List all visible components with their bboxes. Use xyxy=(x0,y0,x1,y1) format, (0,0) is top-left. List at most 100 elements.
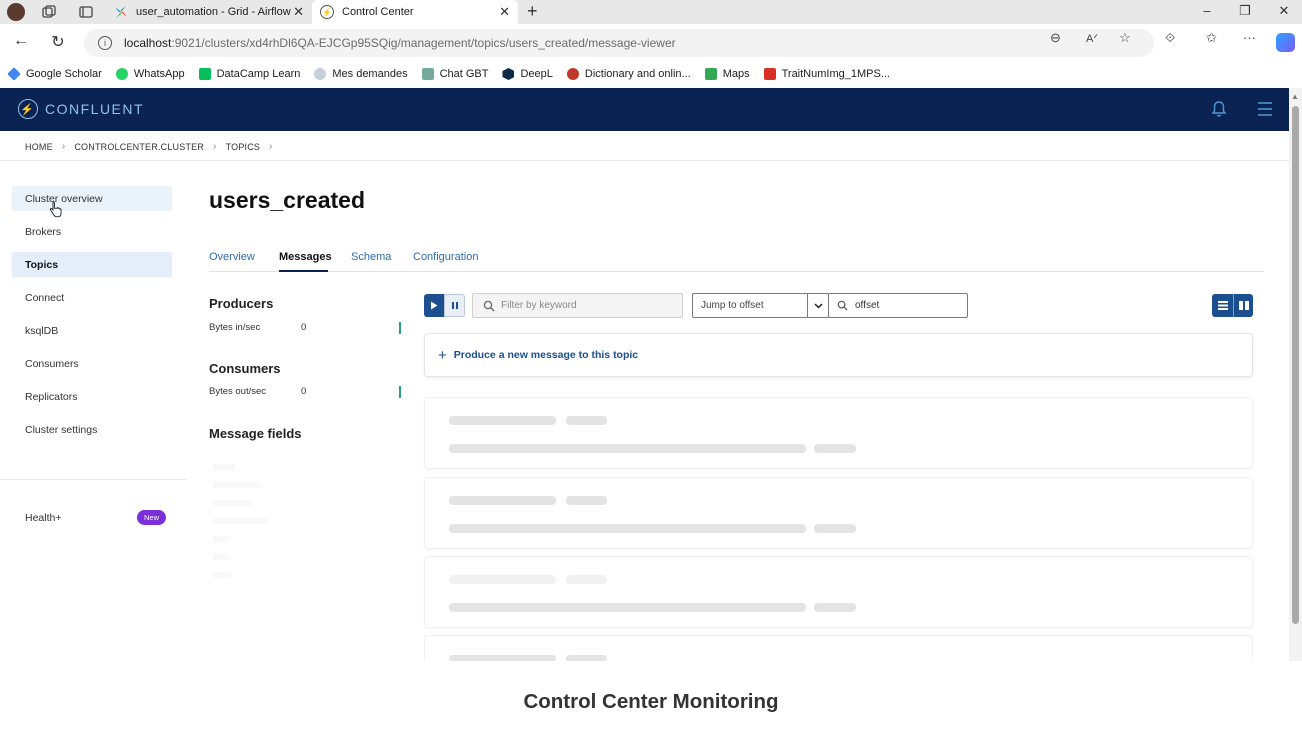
sidebar-item-cluster-overview[interactable]: Cluster overview xyxy=(12,186,172,211)
close-window-icon[interactable]: ✕ xyxy=(1274,3,1294,19)
url-path: :9021/clusters/xd4rhDl6QA-EJCGp95SQig/ma… xyxy=(171,36,676,50)
tabs-divider xyxy=(209,271,1264,272)
more-menu-icon[interactable]: ··· xyxy=(1243,30,1256,45)
breadcrumb-home[interactable]: HOME xyxy=(25,142,53,152)
breadcrumb-cluster[interactable]: CONTROLCENTER.CLUSTER xyxy=(74,142,204,152)
bookmark-chat-gbt[interactable]: Chat GBT xyxy=(421,68,488,80)
chevron-right-icon: › xyxy=(61,141,66,152)
url-host: localhost xyxy=(124,36,172,50)
sidebar-item-brokers[interactable]: Brokers xyxy=(12,219,172,244)
offset-value: offset xyxy=(855,300,880,311)
google-scholar-icon xyxy=(7,67,21,81)
caption: Control Center Monitoring xyxy=(523,690,779,713)
new-tab-button[interactable]: + xyxy=(527,1,538,22)
page-title: users_created xyxy=(209,187,365,213)
bookmark-datacamp[interactable]: DataCamp Learn xyxy=(198,68,300,80)
bookmark-whatsapp[interactable]: WhatsApp xyxy=(115,68,185,80)
tab-overview[interactable]: Overview xyxy=(209,251,255,263)
bytes-in-label: Bytes in/sec xyxy=(209,322,261,333)
pause-icon xyxy=(451,302,458,309)
sidebar-item-topics[interactable]: Topics xyxy=(12,252,172,277)
zoom-icon[interactable]: ⊖ xyxy=(1050,30,1061,46)
tab-title: user_automation - Grid - Airflow xyxy=(136,6,291,18)
scrollbar-thumb[interactable] xyxy=(1292,106,1299,624)
message-fields-heading: Message fields xyxy=(209,426,302,441)
filter-keyword-input[interactable]: Filter by keyword xyxy=(472,293,683,318)
bytes-out-sparkline xyxy=(399,386,401,398)
breadcrumb-topics[interactable]: TOPICS xyxy=(226,142,261,152)
confluent-logo[interactable]: ⚡ CONFLUENT xyxy=(18,99,144,119)
bookmark-dictionary[interactable]: Dictionary and onlin... xyxy=(566,68,691,80)
sidebar-item-consumers[interactable]: Consumers xyxy=(12,351,172,376)
bookmark-deepl[interactable]: DeepL xyxy=(502,68,553,80)
confluent-logo-icon: ⚡ xyxy=(18,99,38,119)
bytes-in-sparkline xyxy=(399,322,401,334)
scroll-up-arrow-icon[interactable]: ▲ xyxy=(1291,92,1299,101)
workspaces-icon[interactable] xyxy=(41,4,57,20)
back-icon[interactable]: ← xyxy=(10,32,32,50)
extensions-icon[interactable]: ⟐ xyxy=(1165,30,1175,46)
url-field[interactable]: i localhost:9021/clusters/xd4rhDl6QA-EJC… xyxy=(84,29,1154,57)
bookmark-mes-demandes[interactable]: Mes demandes xyxy=(314,68,408,80)
jump-select-value: Jump to offset xyxy=(701,300,764,311)
minimize-icon[interactable]: – xyxy=(1197,3,1217,18)
confluent-icon: ⚡ xyxy=(320,5,334,19)
bookmark-traitnumimg[interactable]: TraitNumImg_1MPS... xyxy=(763,68,890,80)
list-view-button[interactable] xyxy=(1212,294,1233,317)
sidebar-item-connect[interactable]: Connect xyxy=(12,285,172,310)
site-info-icon[interactable]: i xyxy=(98,36,112,50)
deepl-icon xyxy=(502,68,515,80)
sidebar-divider xyxy=(0,479,186,480)
search-icon xyxy=(483,300,495,311)
chatgpt-icon xyxy=(421,68,434,80)
app-header: ⚡ CONFLUENT xyxy=(0,88,1289,131)
pause-button[interactable] xyxy=(444,294,465,317)
close-tab-icon[interactable]: ✕ xyxy=(499,4,510,20)
play-button[interactable] xyxy=(424,294,444,317)
sidebar-item-replicators[interactable]: Replicators xyxy=(12,384,172,409)
refresh-icon[interactable]: ↻ xyxy=(47,32,69,52)
produce-message-label: Produce a new message to this topic xyxy=(453,349,639,361)
favorite-star-icon[interactable]: ☆ xyxy=(1119,30,1131,46)
tab-configuration[interactable]: Configuration xyxy=(413,251,478,263)
message-skeleton-card xyxy=(424,556,1253,628)
copilot-icon[interactable] xyxy=(1276,33,1295,52)
new-badge: New xyxy=(137,510,166,525)
message-skeleton-card xyxy=(424,397,1253,469)
breadcrumb: HOME › CONTROLCENTER.CLUSTER › TOPICS › xyxy=(25,141,282,152)
notifications-bell-icon[interactable] xyxy=(1211,100,1227,123)
restore-icon[interactable]: ❐ xyxy=(1235,3,1255,19)
bookmark-google-scholar[interactable]: Google Scholar xyxy=(7,67,102,81)
hamburger-menu-icon[interactable] xyxy=(1257,101,1273,122)
card-view-icon xyxy=(1238,301,1249,310)
sidebar-item-cluster-settings[interactable]: Cluster settings xyxy=(12,417,172,442)
jump-to-offset-select[interactable]: Jump to offset xyxy=(692,293,829,318)
produce-message-button[interactable]: + Produce a new message to this topic xyxy=(424,333,1253,377)
profile-avatar[interactable] xyxy=(7,3,25,21)
message-skeleton-card xyxy=(424,477,1253,549)
bytes-in-value: 0 xyxy=(301,322,307,333)
chevron-right-icon: › xyxy=(213,141,217,152)
tab-control-center[interactable]: ⚡ Control Center ✕ xyxy=(312,0,518,24)
tab-schema[interactable]: Schema xyxy=(351,251,391,263)
hand-cursor-icon xyxy=(49,201,62,223)
bookmark-maps[interactable]: Maps xyxy=(704,68,750,80)
pdf-icon xyxy=(763,68,776,80)
consumers-heading: Consumers xyxy=(209,361,281,376)
tab-actions-icon[interactable] xyxy=(78,4,94,20)
close-tab-icon[interactable]: ✕ xyxy=(293,4,304,20)
message-skeleton-card xyxy=(424,635,1253,661)
read-aloud-icon[interactable]: Aᐟ xyxy=(1086,32,1098,45)
active-tab-indicator xyxy=(279,270,328,272)
favorites-icon[interactable]: ✩ xyxy=(1206,30,1217,46)
maps-icon xyxy=(704,68,717,80)
sidebar-item-health[interactable]: Health+ xyxy=(25,512,61,524)
tab-messages[interactable]: Messages xyxy=(279,251,332,263)
card-view-button[interactable] xyxy=(1233,294,1253,317)
brand-name: CONFLUENT xyxy=(45,101,145,117)
offset-input[interactable]: offset xyxy=(828,293,968,318)
bookmarks-bar: Google Scholar WhatsApp DataCamp Learn M… xyxy=(0,62,1302,86)
chevron-down-icon[interactable] xyxy=(807,294,829,317)
sidebar-item-ksqldb[interactable]: ksqlDB xyxy=(12,318,172,343)
tab-airflow[interactable]: user_automation - Grid - Airflow ✕ xyxy=(106,0,312,24)
